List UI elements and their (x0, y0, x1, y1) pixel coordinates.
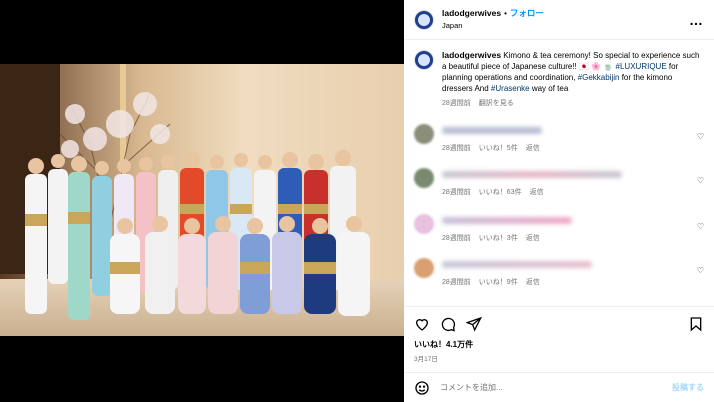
heart-icon[interactable]: ♡ (697, 176, 704, 185)
hashtag-link[interactable]: #Gekkabijin (578, 73, 620, 82)
location-link[interactable]: Japan (442, 20, 544, 32)
username-link[interactable]: ladodgerwives (442, 8, 501, 18)
caption-avatar[interactable] (414, 50, 434, 70)
share-icon[interactable] (466, 316, 482, 332)
comment-likes[interactable]: いいね！5件 (479, 145, 518, 152)
comment-composer: コメントを追加... 投稿する (404, 372, 714, 402)
comment-item: 28週間前 いいね！9件 返信 ♡ (404, 258, 714, 287)
comment-item: 28週間前 いいね！5件 返信 ♡ (404, 124, 714, 153)
comment-item: 28週間前 いいね！63件 返信 ♡ (404, 168, 714, 197)
post-photo (0, 64, 404, 336)
post-date[interactable]: 3月17日 (414, 353, 704, 363)
heart-icon[interactable] (414, 316, 430, 332)
action-bar: いいね！4.1万件 3月17日 (404, 306, 714, 371)
blurred-comment-text (442, 171, 622, 178)
comment-time[interactable]: 28週間前 (442, 279, 471, 286)
comment-avatar[interactable] (414, 168, 434, 188)
avatar[interactable] (414, 9, 434, 30)
emoji-icon[interactable] (414, 380, 430, 396)
heart-icon[interactable]: ♡ (697, 132, 704, 141)
reply-button[interactable]: 返信 (530, 189, 544, 196)
comment-time[interactable]: 28週間前 (442, 235, 471, 242)
caption: ladodgerwives Kimono & tea ceremony! So … (404, 40, 714, 109)
bookmark-icon[interactable] (688, 316, 704, 332)
blurred-comment-text (442, 217, 572, 224)
post-comment-button[interactable]: 投稿する (672, 382, 704, 393)
caption-username[interactable]: ladodgerwives (442, 50, 501, 60)
comment-avatar[interactable] (414, 258, 434, 278)
comment-likes[interactable]: いいね！63件 (479, 189, 522, 196)
separator-dot: • (504, 9, 507, 18)
translate-link[interactable]: 翻訳を見る (479, 100, 514, 107)
comment-input[interactable]: コメントを追加... (440, 382, 503, 393)
blurred-comment-text (442, 261, 592, 268)
comment-icon[interactable] (440, 316, 456, 332)
reply-button[interactable]: 返信 (526, 279, 540, 286)
follow-button[interactable]: フォロー (510, 8, 544, 18)
hashtag-link[interactable]: #Urasenke (491, 84, 530, 93)
comment-time[interactable]: 28週間前 (442, 189, 471, 196)
comment-avatar[interactable] (414, 124, 434, 144)
reply-button[interactable]: 返信 (526, 235, 540, 242)
comment-time[interactable]: 28週間前 (442, 145, 471, 152)
heart-icon[interactable]: ♡ (697, 222, 704, 231)
comment-item: 28週間前 いいね！3件 返信 ♡ (404, 214, 714, 243)
blurred-comment-text (442, 127, 542, 134)
comment-likes[interactable]: いいね！9件 (479, 279, 518, 286)
post-media[interactable] (0, 0, 404, 402)
more-options-icon[interactable]: … (689, 12, 704, 28)
reply-button[interactable]: 返信 (526, 145, 540, 152)
comment-avatar[interactable] (414, 214, 434, 234)
caption-text: way of tea (529, 84, 569, 93)
post-header: ladodgerwives • フォロー Japan … (404, 0, 714, 40)
caption-time[interactable]: 28週間前 (442, 100, 471, 107)
hashtag-link[interactable]: #LUXURIQUE (616, 62, 667, 71)
likes-count[interactable]: いいね！4.1万件 (414, 339, 704, 350)
post-panel: ladodgerwives • フォロー Japan … ladodgerwives… (404, 0, 714, 402)
comment-likes[interactable]: いいね！3件 (479, 235, 518, 242)
heart-icon[interactable]: ♡ (697, 266, 704, 275)
